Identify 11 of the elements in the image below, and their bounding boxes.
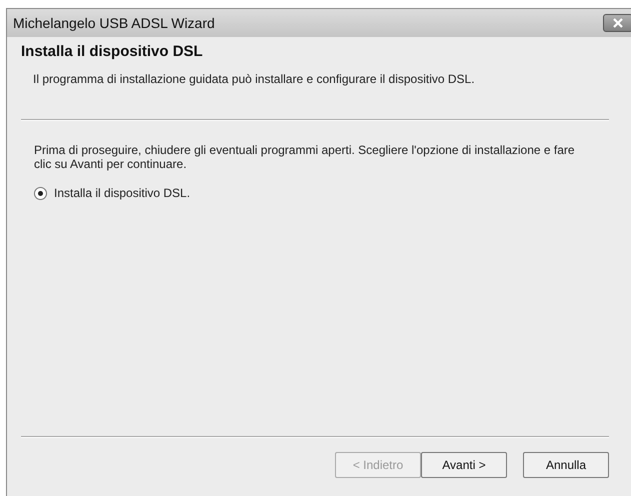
wizard-button[interactable]: Avanti >	[421, 452, 507, 478]
page-subtitle: Il programma di installazione guidata può installare e configurare il dispositivo DSL.	[33, 72, 476, 86]
radio-option[interactable]: Installa il dispositivo DSL.	[34, 186, 631, 200]
radio-button[interactable]	[34, 186, 47, 200]
close-button[interactable]	[603, 14, 631, 32]
window-title: Michelangelo USB ADSL Wizard	[13, 15, 215, 31]
wizard-button[interactable]: Annulla	[523, 452, 609, 478]
page-heading: Installa il dispositivo DSL	[21, 43, 204, 60]
instructions-text: Prima di proseguire, chiudere gli eventuali programmi aperti. Scegliere l'opzione di installazione e fare clic su Avanti per continuare.	[34, 143, 576, 171]
option-label: Installa il dispositivo DSL.	[54, 186, 190, 200]
close-icon	[611, 18, 625, 28]
